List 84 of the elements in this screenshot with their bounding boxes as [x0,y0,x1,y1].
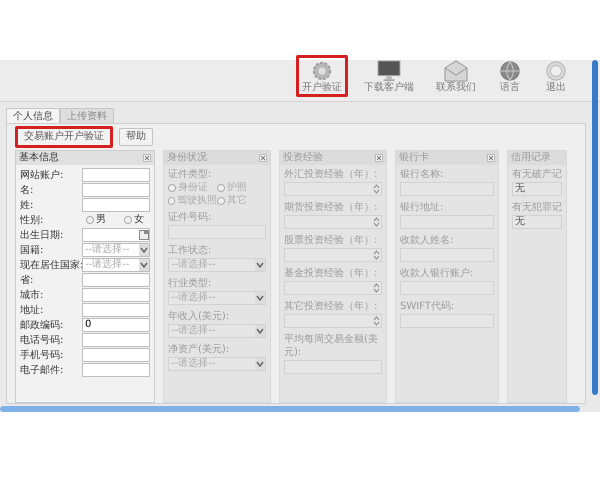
field-label: SWIFT代码: [400,300,456,313]
dropdown[interactable]: --请选择-- [82,258,150,272]
field-label: 有无犯罪记 [512,201,562,214]
field-label: 净资产(美元): [168,343,230,356]
input-field[interactable] [82,363,150,377]
caret-icon [255,259,265,271]
toolbar-button[interactable]: 开户验证 [296,55,348,97]
input-field[interactable] [82,348,150,362]
radio-label: 其它 [227,195,247,207]
spinner-icon [372,282,381,294]
tab[interactable]: 个人信息 [6,108,60,123]
input-field[interactable] [82,333,150,347]
input-field[interactable] [82,303,150,317]
field-label: 行业类型: [168,277,212,290]
field-label: 其它投资经验（年）: [284,300,378,313]
field-label: 有无破产记 [512,168,562,181]
field-label: 平均每周交易金额(美元): [284,333,379,359]
calendar-icon [139,230,149,240]
input-field[interactable] [82,198,150,212]
field-label: 银行名称: [400,168,444,181]
radio-label: 身份证 [178,182,208,194]
field-label: 电子邮件: [20,364,64,376]
radio-label: 男 [96,214,106,226]
field-label: 网站账户: [20,168,64,182]
field-label: 性别: [20,214,44,226]
field-label: 证件类型: [168,168,212,181]
tab[interactable]: 上传资料 [60,108,114,123]
field-label: 基金投资经验（年）: [284,267,378,280]
field-label: 工作状态: [168,244,212,257]
caret-icon [255,358,265,370]
field-label: 证件号码: [168,211,212,224]
field-label: 地址: [20,304,44,316]
field-label: 期货投资经验（年）: [284,201,378,214]
panel-title: 基本信息 [19,152,59,164]
field-label: 名: [20,184,34,196]
field-label: 城市: [20,288,44,302]
field-label: 外汇投资经验（年）: [284,168,378,181]
spinner-icon [372,183,381,195]
field-label: 出生日期: [20,228,64,242]
close-icon[interactable] [143,154,151,162]
date-field[interactable] [82,228,150,242]
spinner-icon [372,249,381,261]
field-label: 银行地址: [400,201,444,214]
radio-label: 驾驶执照 [177,195,217,207]
panel-title: 投资经验 [283,152,323,164]
input-field[interactable] [82,288,150,302]
field-label: 现在居住国家: [20,258,82,272]
field-label: 姓: [20,198,34,212]
toolbar-button[interactable]: 下载客户端 [358,55,420,97]
radio-button[interactable] [124,216,132,224]
toolbar-button[interactable]: 联系我们 [430,55,482,97]
field-label: 收款人银行账户: [400,267,474,280]
scrollbar[interactable] [592,60,598,395]
caret-icon [255,292,265,304]
radio-button[interactable] [86,216,94,224]
input-field[interactable] [82,183,150,197]
field-label: 邮政编码: [20,318,64,332]
field-label: 手机号码: [20,348,64,362]
input-field[interactable] [82,168,150,182]
spinner-icon [372,216,381,228]
field-label: 电话号码: [20,334,64,346]
input-field[interactable] [82,273,150,287]
caret-icon [139,244,149,256]
caret-icon [139,259,149,271]
button[interactable]: 交易账户开户验证 [15,126,113,148]
panel-title: 信用记录 [511,152,551,164]
toolbar-button[interactable]: 退出 [538,55,574,97]
input-field[interactable]: 0 [82,318,150,332]
field-label: 收款人姓名: [400,234,454,247]
radio-label: 护照 [227,182,247,194]
field-label: 省: [20,274,34,286]
field-label: 股票投资经验（年）: [284,234,378,247]
field-label: 年收入(美元): [168,310,230,323]
radio-label: 女 [134,214,144,226]
field-label: 国籍: [20,244,44,256]
panel-title: 身份状况 [167,152,207,164]
horizontal-scrollbar[interactable] [0,406,580,412]
caret-icon [255,325,265,337]
toolbar-button[interactable]: 语言 [492,55,528,97]
dropdown[interactable]: --请选择-- [82,243,150,257]
monitor-icon [376,60,402,82]
panel-title: 银行卡 [399,152,429,164]
button[interactable]: 帮助 [119,128,153,146]
spinner-icon [372,315,381,327]
